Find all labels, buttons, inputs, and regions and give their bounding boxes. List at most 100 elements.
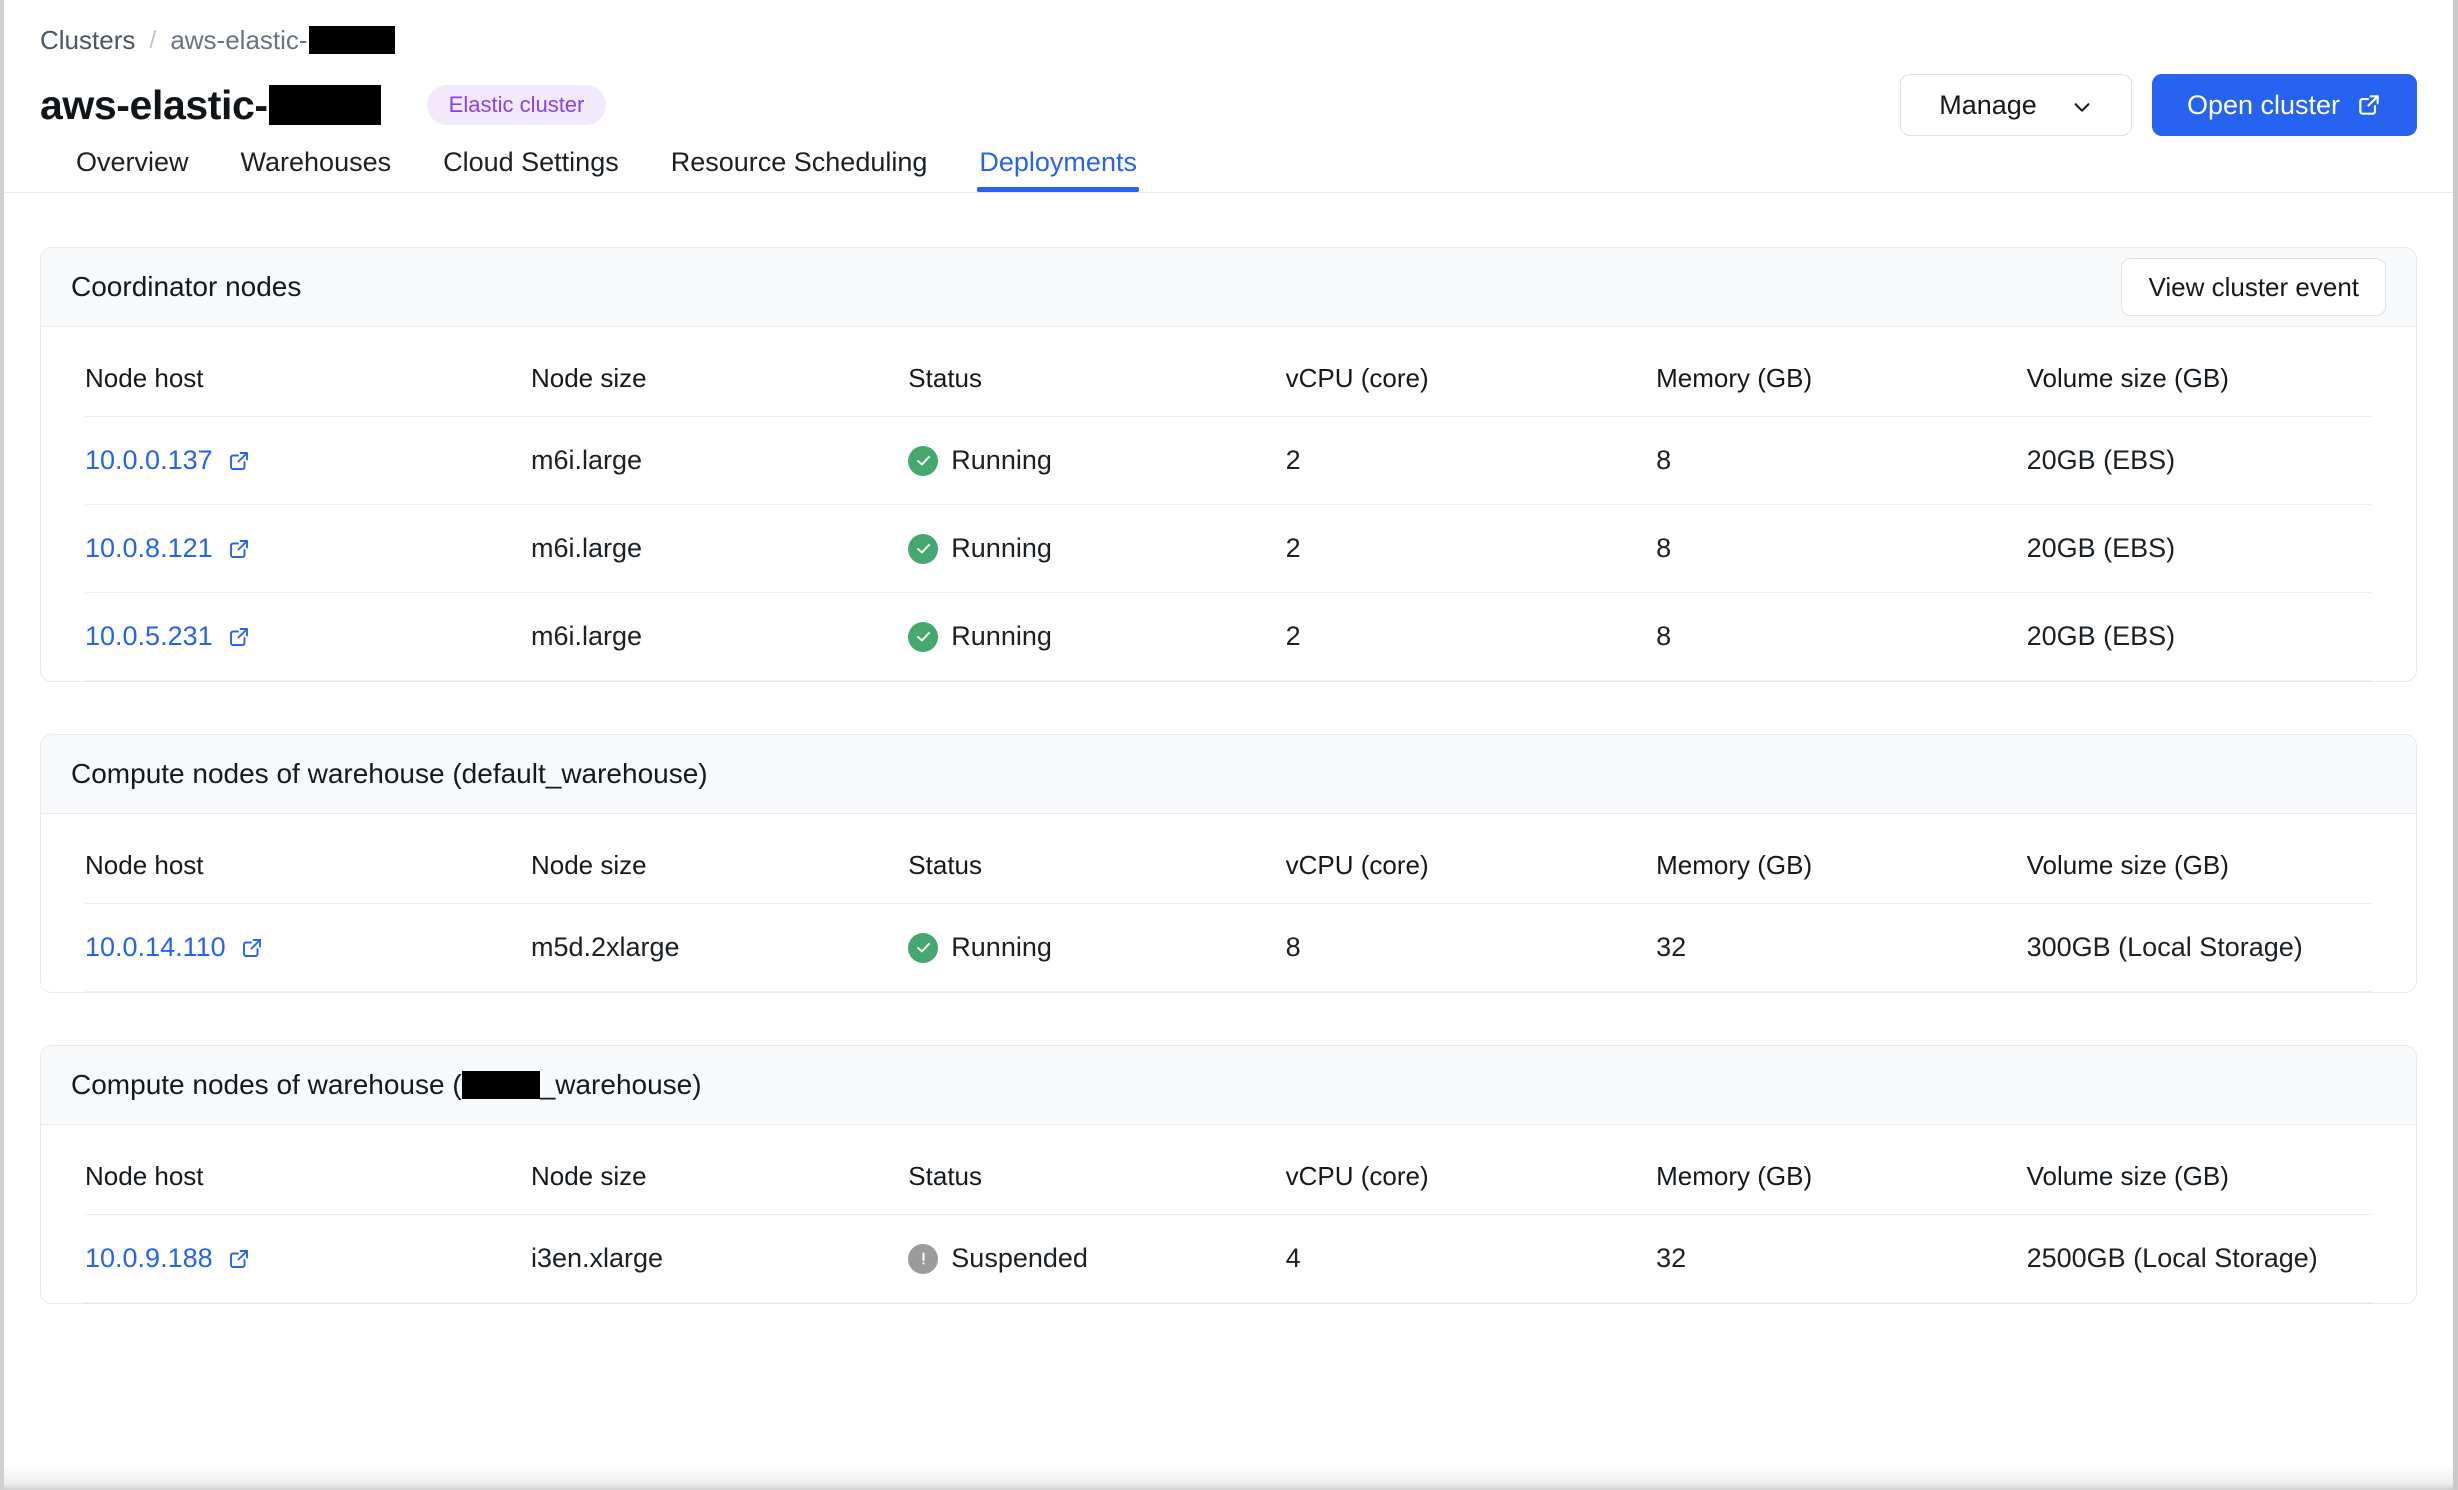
cell-volume-size: 300GB (Local Storage)	[2026, 903, 2372, 993]
cell-memory: 8	[1656, 592, 2027, 682]
tab-cloud-settings[interactable]: Cloud Settings	[443, 147, 619, 192]
column-header-status: Status	[908, 327, 1286, 418]
node-host-link[interactable]: 10.0.9.188	[85, 1243, 213, 1274]
cell-volume-size: 2500GB (Local Storage)	[2026, 1214, 2372, 1304]
column-header-memory-gb: Memory (GB)	[1656, 1125, 2027, 1216]
card-body: Node host Node size Status vCPU (core) Memor…	[41, 1125, 2416, 1304]
tab-label: Overview	[76, 147, 189, 177]
cell-volume-size: 20GB (EBS)	[2026, 504, 2372, 594]
cell-status: Suspended	[908, 1214, 1286, 1304]
cell-node-size: m6i.large	[530, 504, 909, 594]
column-header-vcpu-core: vCPU (core)	[1285, 1125, 1657, 1216]
card-title-prefix: Compute nodes of warehouse (	[71, 1069, 462, 1101]
status-label: Running	[951, 533, 1052, 564]
column-header-node-host: Node host	[85, 814, 531, 905]
card-header-actions: View cluster event	[2121, 258, 2386, 317]
open-cluster-button[interactable]: Open cluster	[2152, 74, 2417, 136]
cell-memory: 8	[1656, 504, 2027, 594]
node-host-cell: 10.0.8.121	[85, 533, 531, 564]
view-cluster-event-button[interactable]: View cluster event	[2121, 258, 2386, 317]
title-row: aws-elastic- Elastic cluster Manage Open…	[40, 74, 2417, 136]
external-link-icon[interactable]	[227, 537, 251, 561]
manage-button[interactable]: Manage	[1900, 74, 2132, 136]
column-header-vcpu-core: vCPU (core)	[1285, 814, 1657, 905]
cell-node-host: 10.0.14.110	[85, 903, 531, 993]
chevron-down-icon	[2071, 94, 2093, 116]
tab-resource-scheduling[interactable]: Resource Scheduling	[670, 147, 928, 192]
main-content: Coordinator nodes View cluster event Node …	[4, 193, 2453, 1480]
cell-memory: 32	[1656, 1214, 2027, 1304]
cell-node-size: m6i.large	[530, 416, 909, 506]
column-header-vcpu-core: vCPU (core)	[1285, 327, 1657, 418]
column-header-node-size: Node size	[530, 1125, 909, 1216]
column-header-status: Status	[908, 1125, 1286, 1216]
page-title-text: aws-elastic-	[40, 81, 268, 128]
status-running-icon	[908, 621, 939, 652]
card-header: Compute nodes of warehouse (default_ware…	[41, 735, 2416, 815]
node-host-link[interactable]: 10.0.0.137	[85, 445, 213, 476]
tab-warehouses[interactable]: Warehouses	[241, 147, 392, 192]
external-link-icon[interactable]	[240, 936, 264, 960]
status-suspended-icon	[908, 1243, 939, 1274]
tab-label: Cloud Settings	[443, 147, 619, 177]
open-cluster-button-label: Open cluster	[2186, 89, 2341, 120]
cell-node-size: i3en.xlarge	[530, 1214, 909, 1304]
card-title-suffix: _warehouse)	[539, 1069, 702, 1101]
external-link-icon[interactable]	[227, 1247, 251, 1271]
nodes-table: Node host Node size Status vCPU (core) Memor…	[85, 1125, 2372, 1304]
header-actions: Manage Open cluster	[1900, 74, 2417, 136]
breadcrumb-current-text: aws-elastic-	[170, 25, 308, 55]
breadcrumb-separator: /	[149, 26, 157, 54]
card-body: Node host Node size Status vCPU (core) Memor…	[41, 814, 2416, 993]
cell-memory: 8	[1656, 416, 2027, 506]
cell-vcpu: 8	[1285, 903, 1657, 993]
cell-node-host: 10.0.5.231	[85, 592, 531, 682]
tab-label: Resource Scheduling	[670, 147, 928, 177]
node-host-cell: 10.0.0.137	[85, 445, 531, 476]
card-title: Compute nodes of warehouse (default_ware…	[71, 760, 708, 788]
breadcrumb-item-current: aws-elastic-	[170, 20, 395, 60]
column-header-node-size: Node size	[530, 327, 909, 418]
external-link-icon[interactable]	[227, 449, 251, 473]
column-header-memory-gb: Memory (GB)	[1656, 327, 2027, 418]
page-title: aws-elastic-	[40, 81, 381, 128]
page-header: Clusters / aws-elastic- aws-elastic- Ela…	[4, 0, 2453, 192]
table-header-row: Node host Node size Status vCPU (core) Memor…	[85, 814, 2372, 905]
status-badge: Running	[908, 621, 1285, 652]
cell-status: Running	[908, 416, 1286, 506]
card-title: Coordinator nodes	[71, 273, 301, 301]
app-page: Clusters / aws-elastic- aws-elastic- Ela…	[0, 0, 2458, 1490]
redaction-block	[308, 26, 395, 54]
column-header-volume-size-gb: Volume size (GB)	[2026, 1125, 2372, 1216]
node-host-cell: 10.0.14.110	[85, 932, 531, 963]
node-host-link[interactable]: 10.0.8.121	[85, 533, 213, 564]
external-link-icon[interactable]	[227, 625, 251, 649]
card-title-text: Coordinator nodes	[71, 271, 302, 303]
nodes-table: Node host Node size Status vCPU (core) Memor…	[85, 814, 2372, 993]
cell-status: Running	[908, 592, 1286, 682]
table-row: 10.0.9.188 i3en.xlarge Suspended 4 32 2500GB …	[85, 1214, 2372, 1304]
card-title-text: Compute nodes of warehouse (default_ware…	[71, 758, 708, 790]
table-row: 10.0.8.121 m6i.large Running 2 8 20GB (EBS)	[85, 504, 2372, 594]
column-header-status: Status	[908, 814, 1286, 905]
breadcrumb-item-clusters[interactable]: Clusters	[40, 20, 135, 60]
node-host-cell: 10.0.5.231	[85, 621, 531, 652]
status-badge: Running	[908, 445, 1285, 476]
node-group-card: Coordinator nodes View cluster event Node …	[40, 247, 2417, 683]
node-host-link[interactable]: 10.0.5.231	[85, 621, 213, 652]
manage-button-label: Manage	[1939, 89, 2037, 120]
cell-status: Running	[908, 903, 1286, 993]
status-running-icon	[908, 533, 939, 564]
cell-volume-size: 20GB (EBS)	[2026, 592, 2372, 682]
breadcrumb: Clusters / aws-elastic-	[40, 20, 2417, 60]
table-row: 10.0.5.231 m6i.large Running 2 8 20GB (EBS)	[85, 592, 2372, 682]
node-host-link[interactable]: 10.0.14.110	[85, 932, 226, 963]
status-label: Running	[951, 932, 1052, 963]
cell-volume-size: 20GB (EBS)	[2026, 416, 2372, 506]
tab-overview[interactable]: Overview	[76, 147, 189, 192]
cell-node-size: m6i.large	[530, 592, 909, 682]
tab-label: Deployments	[979, 147, 1137, 177]
cell-vcpu: 2	[1285, 416, 1657, 506]
tab-deployments[interactable]: Deployments	[977, 147, 1139, 192]
status-label: Running	[951, 621, 1052, 652]
